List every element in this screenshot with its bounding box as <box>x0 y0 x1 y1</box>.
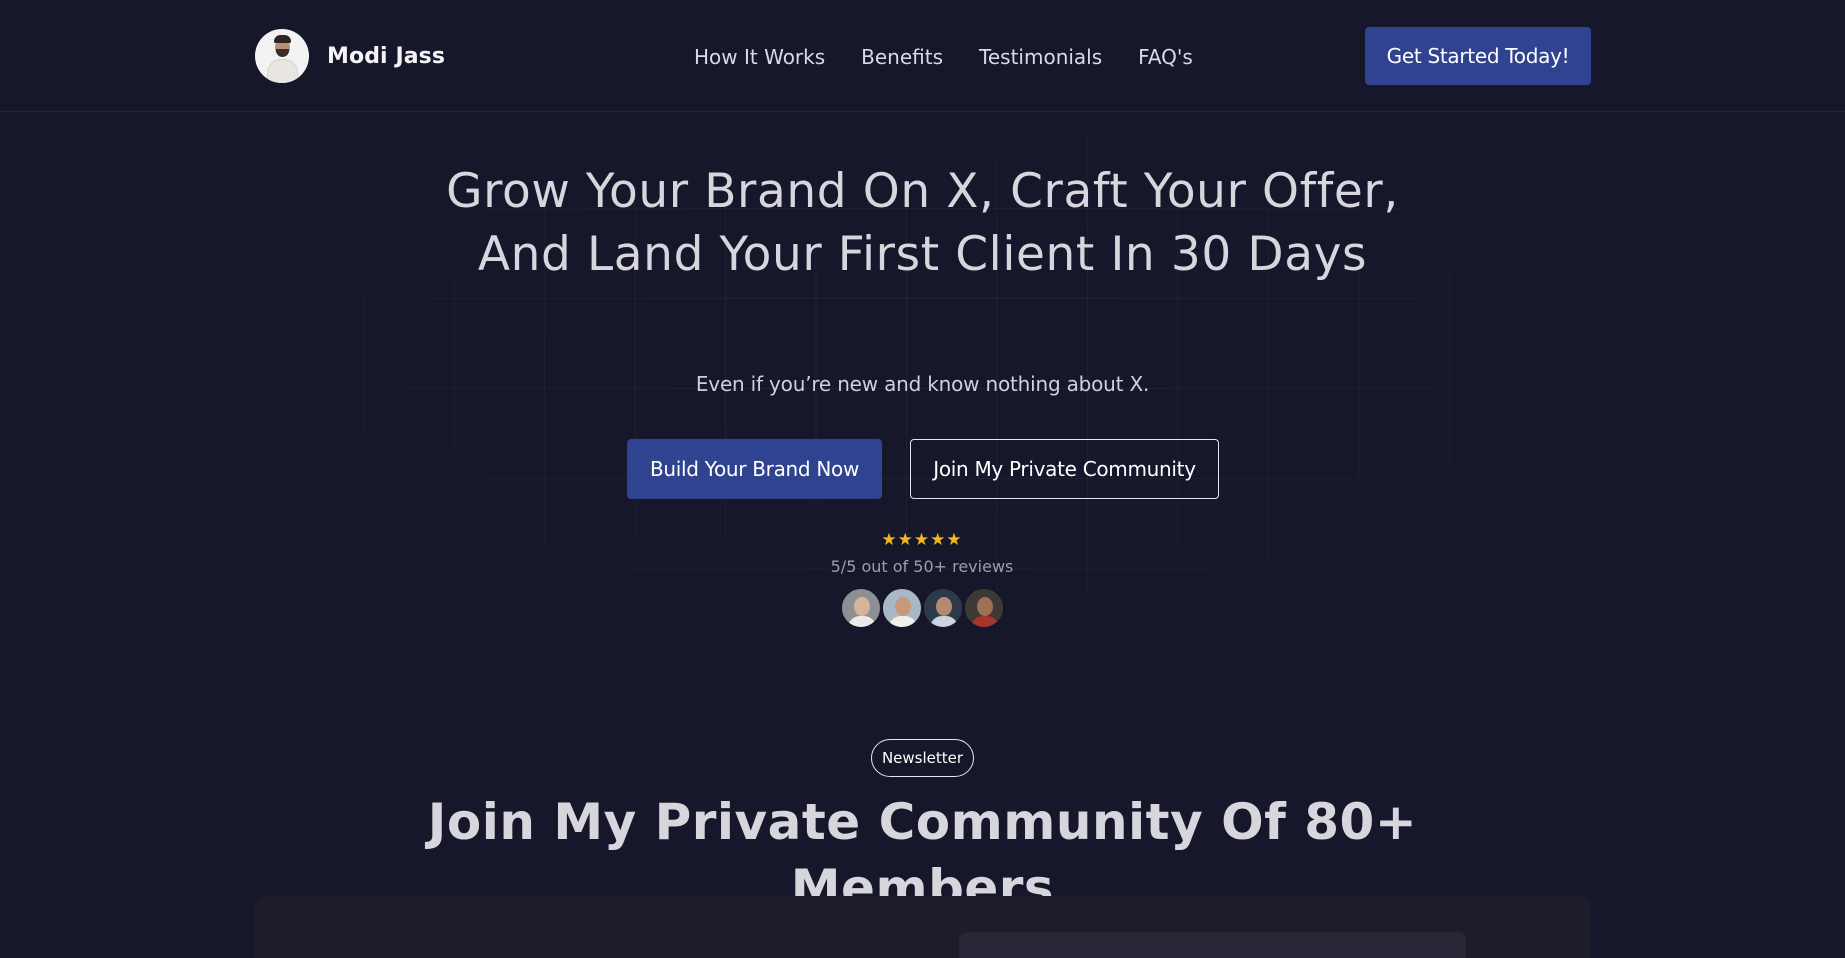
brand[interactable]: Modi Jass <box>255 29 445 83</box>
reviewer-avatar <box>881 587 923 629</box>
nav-link-faqs[interactable]: FAQ's <box>1138 44 1193 70</box>
build-brand-button[interactable]: Build Your Brand Now <box>627 439 882 499</box>
rating-stars: ★★★★★ <box>881 530 963 550</box>
reviews-count: 5/5 out of 50+ reviews <box>830 557 1014 576</box>
get-started-button[interactable]: Get Started Today! <box>1365 27 1591 85</box>
reviewer-avatar <box>922 587 964 629</box>
nav-link-benefits[interactable]: Benefits <box>861 44 943 70</box>
hero-title: Grow Your Brand On X, Craft Your Offer, … <box>446 164 1399 282</box>
nav-link-how-it-works[interactable]: How It Works <box>694 44 825 70</box>
join-community-button[interactable]: Join My Private Community <box>910 439 1219 499</box>
nav-link-testimonials[interactable]: Testimonials <box>979 44 1102 70</box>
landing-page: Modi Jass How It Works Benefits Testimon… <box>0 0 1845 958</box>
reviewer-avatars <box>840 587 1005 631</box>
newsletter-card-panel <box>959 932 1466 958</box>
hero-subtitle: Even if you’re new and know nothing abou… <box>695 372 1150 396</box>
avatar <box>255 29 309 83</box>
brand-name: Modi Jass <box>327 43 446 69</box>
reviewer-avatar <box>840 587 882 629</box>
site-header: Modi Jass How It Works Benefits Testimon… <box>0 0 1845 112</box>
reviewer-avatar <box>963 587 1005 629</box>
main-nav: How It Works Benefits Testimonials FAQ's <box>694 44 1193 70</box>
newsletter-badge: Newsletter <box>871 739 974 777</box>
